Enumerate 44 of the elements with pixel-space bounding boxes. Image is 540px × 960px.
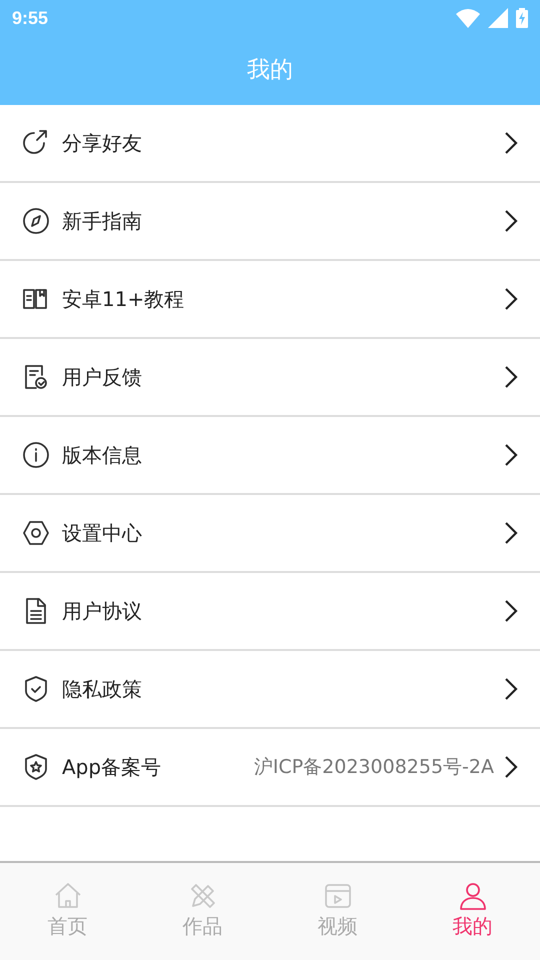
menu-label: 设置中心 (62, 520, 142, 547)
compass-icon (22, 207, 50, 235)
settings-icon (22, 519, 50, 547)
menu-item[interactable]: 用户反馈 (0, 339, 540, 417)
menu-item[interactable]: 新手指南 (0, 183, 540, 261)
info-icon (22, 441, 50, 469)
menu-item[interactable]: App备案号 沪ICP备2023008255号-2A (0, 729, 540, 807)
menu-label: 分享好友 (62, 130, 142, 157)
chevron-right-icon (504, 443, 518, 467)
chevron-right-icon (504, 365, 518, 389)
share-icon (22, 129, 50, 157)
wifi-icon (456, 8, 480, 28)
feedback-icon (22, 363, 50, 391)
menu-label: 用户协议 (62, 598, 142, 625)
menu-label: 新手指南 (62, 208, 142, 235)
menu-item[interactable]: 安卓11+教程 (0, 261, 540, 339)
chevron-right-icon (504, 755, 518, 779)
menu-label: 隐私政策 (62, 676, 142, 703)
menu-value: 沪ICP备2023008255号-2A (254, 754, 494, 780)
menu-item[interactable]: 隐私政策 (0, 651, 540, 729)
menu-item[interactable]: 用户协议 (0, 573, 540, 651)
menu-label: 安卓11+教程 (62, 286, 184, 313)
menu-item[interactable]: 设置中心 (0, 495, 540, 573)
video-icon (322, 881, 352, 911)
chevron-right-icon (504, 521, 518, 545)
menu-item[interactable]: 版本信息 (0, 417, 540, 495)
chevron-right-icon (504, 599, 518, 623)
menu-item[interactable]: 分享好友 (0, 105, 540, 183)
chevron-right-icon (504, 131, 518, 155)
nav-tab[interactable]: 我的 (405, 863, 540, 960)
menu-label: 用户反馈 (62, 364, 142, 391)
home-icon (52, 881, 82, 911)
menu-label: App备案号 (62, 754, 162, 781)
chevron-right-icon (504, 209, 518, 233)
chevron-right-icon (504, 677, 518, 701)
battery-icon (516, 8, 528, 28)
signal-icon (488, 8, 508, 28)
shield-check-icon (22, 675, 50, 703)
status-time: 9:55 (12, 6, 48, 30)
page-title: 我的 (247, 56, 293, 86)
shield-star-icon (22, 753, 50, 781)
menu-label: 版本信息 (62, 442, 142, 469)
person-icon (458, 881, 488, 911)
chevron-right-icon (504, 287, 518, 311)
